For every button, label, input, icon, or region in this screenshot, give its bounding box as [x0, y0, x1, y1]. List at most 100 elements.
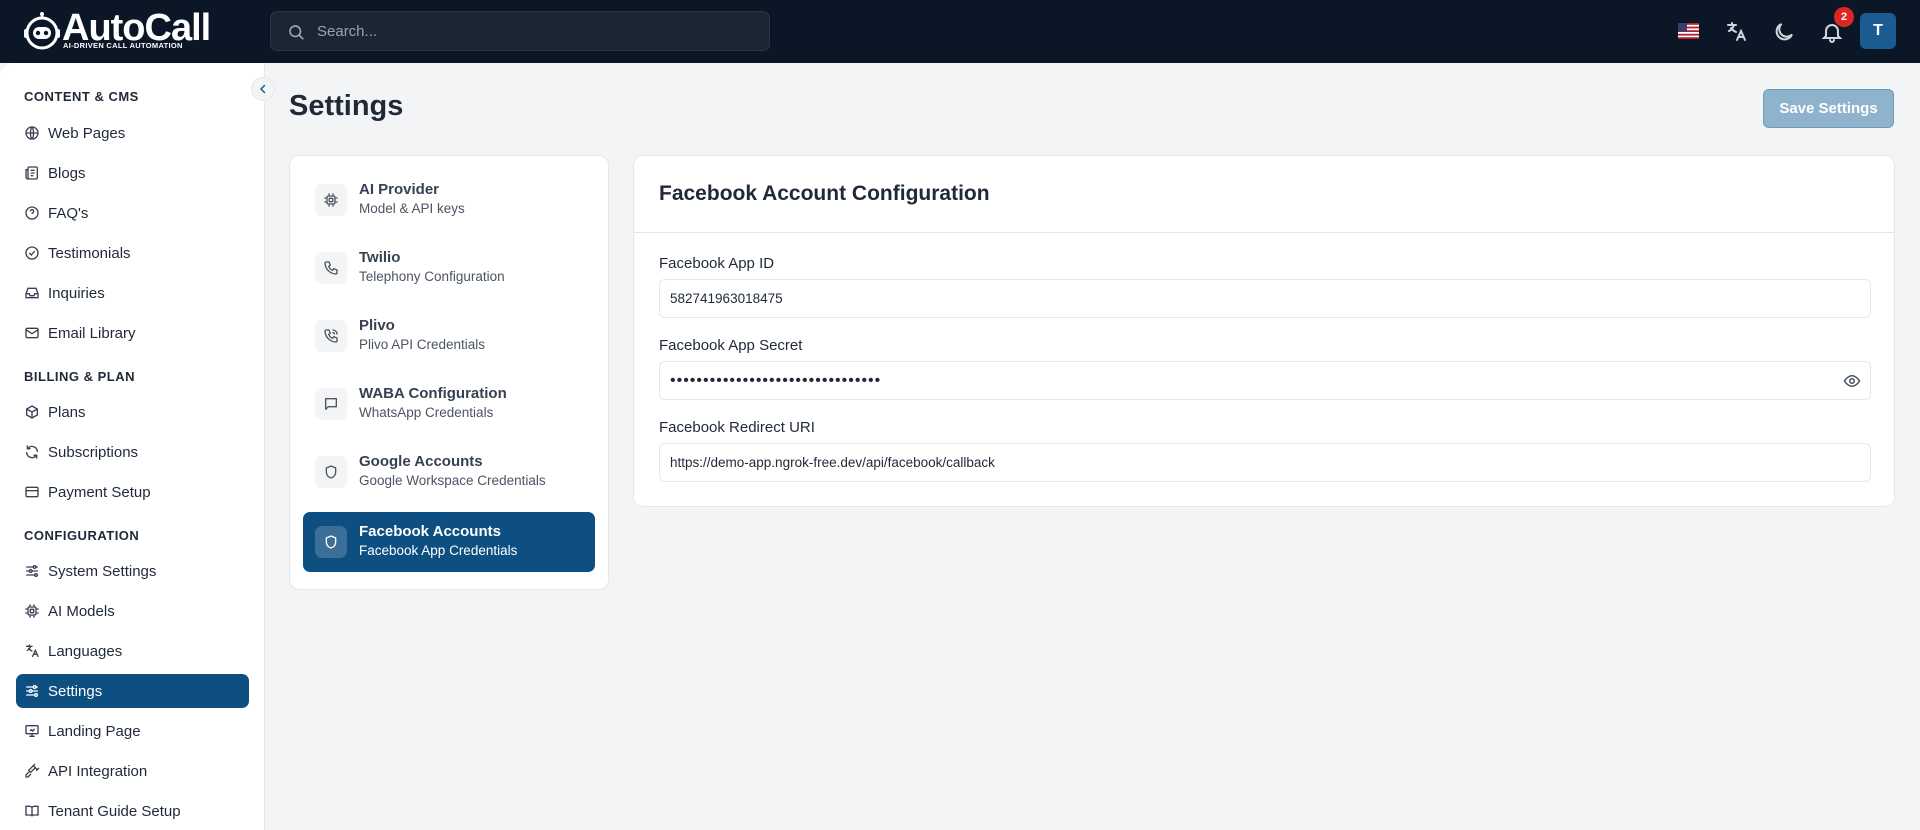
sidebar-item-settings[interactable]: Settings: [16, 674, 249, 708]
settings-sliders-icon: [26, 685, 38, 697]
us-flag-icon[interactable]: [1678, 23, 1699, 39]
tab-subtitle: Model & API keys: [359, 201, 465, 216]
sidebar-item-label: AI Models: [48, 602, 115, 620]
sidebar-item-label: Payment Setup: [48, 483, 151, 501]
tab-title: Google Accounts: [359, 453, 483, 470]
collapse-sidebar-button[interactable]: [251, 77, 275, 101]
redirect-uri-input[interactable]: [670, 444, 1820, 481]
facebook-config-card: Facebook Account Configuration Facebook …: [633, 155, 1895, 507]
section-content-cms: CONTENT & CMS: [24, 89, 139, 104]
search-bar[interactable]: [270, 11, 770, 51]
sidebar-item-payment-setup[interactable]: Payment Setup: [16, 475, 249, 509]
settings-tabs-card: AI Provider Model & API keys Twilio Tele…: [289, 155, 609, 590]
sidebar-item-system-settings[interactable]: System Settings: [16, 554, 249, 588]
sidebar-item-label: Inquiries: [48, 284, 105, 302]
save-settings-button[interactable]: Save Settings: [1763, 89, 1894, 128]
sidebar-item-ai-models[interactable]: AI Models: [16, 594, 249, 628]
sidebar-item-faqs[interactable]: FAQ's: [16, 196, 249, 230]
sliders-icon: [26, 565, 38, 577]
globe-icon: [25, 126, 39, 140]
sidebar-item-api-integration[interactable]: API Integration: [16, 754, 249, 788]
check-circle-icon: [25, 246, 39, 260]
sidebar-item-testimonials[interactable]: Testimonials: [16, 236, 249, 270]
tab-subtitle: Plivo API Credentials: [359, 337, 486, 352]
brand-tagline: AI-DRIVEN CALL AUTOMATION: [63, 41, 183, 50]
message-icon: [325, 398, 337, 410]
sidebar-item-label: Tenant Guide Setup: [48, 802, 181, 820]
tab-google-accounts[interactable]: Google Accounts Google Workspace Credent…: [303, 442, 595, 502]
eye-icon[interactable]: [1843, 372, 1861, 390]
app-secret-input[interactable]: [670, 362, 1820, 399]
translate-icon[interactable]: [1724, 20, 1748, 44]
inbox-icon: [25, 287, 39, 299]
robot-logo-icon: [24, 12, 60, 50]
book-icon: [25, 805, 39, 817]
sidebar-item-label: Subscriptions: [48, 443, 139, 461]
top-bar: AutoCall AI-DRIVEN CALL AUTOMATION 2 T: [0, 0, 1920, 63]
sidebar-item-label: Blogs: [48, 164, 86, 182]
cpu-icon: [25, 604, 39, 618]
moon-icon[interactable]: [1772, 20, 1796, 44]
sidebar-item-label: Languages: [48, 642, 123, 660]
sidebar-item-landing-page[interactable]: Landing Page: [16, 714, 249, 748]
phone-icon: [324, 261, 338, 275]
shield-icon: [325, 535, 337, 549]
tab-ai-provider[interactable]: AI Provider Model & API keys: [303, 170, 595, 230]
mail-icon: [25, 327, 39, 339]
tab-subtitle: Facebook App Credentials: [359, 543, 518, 558]
sidebar-item-web-pages[interactable]: Web Pages: [16, 116, 249, 150]
tab-title: WABA Configuration: [359, 385, 507, 402]
sidebar-item-languages[interactable]: Languages: [16, 634, 249, 668]
sidebar-item-blogs[interactable]: Blogs: [16, 156, 249, 190]
section-configuration: CONFIGURATION: [24, 528, 140, 543]
sidebar-item-label: Landing Page: [48, 722, 141, 740]
tab-waba-configuration[interactable]: WABA Configuration WhatsApp Credentials: [303, 374, 595, 434]
sidebar-item-label: API Integration: [48, 762, 148, 780]
app-id-label: Facebook App ID: [659, 255, 775, 272]
section-billing-plan: BILLING & PLAN: [24, 369, 135, 384]
user-avatar[interactable]: T: [1860, 13, 1896, 49]
sidebar: CONTENT & CMS Web Pages Blogs FAQ's Test…: [0, 63, 275, 830]
card-title: Facebook Account Configuration: [659, 182, 990, 205]
chevron-left-icon: [259, 84, 266, 94]
sidebar-item-plans[interactable]: Plans: [16, 395, 249, 429]
tab-facebook-accounts[interactable]: Facebook Accounts Facebook App Credentia…: [303, 512, 595, 572]
shield-icon: [325, 465, 337, 479]
sidebar-item-label: Web Pages: [48, 124, 126, 142]
tab-title: Plivo: [359, 317, 395, 334]
search-input[interactable]: [317, 12, 757, 50]
tab-subtitle: Google Workspace Credentials: [359, 473, 546, 488]
sidebar-item-subscriptions[interactable]: Subscriptions: [16, 435, 249, 469]
app-id-field[interactable]: [659, 279, 1871, 318]
tab-plivo[interactable]: Plivo Plivo API Credentials: [303, 306, 595, 366]
sidebar-item-inquiries[interactable]: Inquiries: [16, 276, 249, 310]
redirect-uri-field[interactable]: [659, 443, 1871, 482]
help-circle-icon: [25, 206, 39, 220]
sidebar-item-label: System Settings: [48, 562, 157, 580]
sidebar-item-label: Email Library: [48, 324, 136, 342]
notification-badge: 2: [1834, 7, 1854, 27]
tab-twilio[interactable]: Twilio Telephony Configuration: [303, 238, 595, 298]
sidebar-item-label: FAQ's: [48, 204, 89, 222]
refresh-icon: [26, 445, 38, 459]
sidebar-item-label: Plans: [48, 403, 86, 421]
presentation-icon: [25, 725, 39, 737]
brand-logo[interactable]: AutoCall AI-DRIVEN CALL AUTOMATION: [22, 7, 211, 54]
sidebar-item-label: Testimonials: [48, 244, 131, 262]
plug-icon: [25, 763, 40, 778]
newspaper-icon: [25, 166, 38, 180]
translate-icon: [26, 644, 39, 657]
tab-title: Twilio: [359, 249, 401, 266]
tab-title: AI Provider: [359, 181, 440, 198]
card-header: Facebook Account Configuration: [634, 156, 1894, 233]
tab-title: Facebook Accounts: [359, 523, 501, 540]
app-secret-label: Facebook App Secret: [659, 337, 803, 354]
sidebar-item-email-library[interactable]: Email Library: [16, 316, 249, 350]
sidebar-item-tenant-guide-setup[interactable]: Tenant Guide Setup: [16, 794, 249, 828]
app-secret-field[interactable]: [659, 361, 1871, 400]
sidebar-item-label: Settings: [48, 682, 103, 700]
tab-subtitle: WhatsApp Credentials: [359, 405, 494, 420]
app-id-input[interactable]: [670, 280, 1820, 317]
search-icon: [289, 25, 304, 40]
phone-call-icon: [324, 329, 338, 343]
